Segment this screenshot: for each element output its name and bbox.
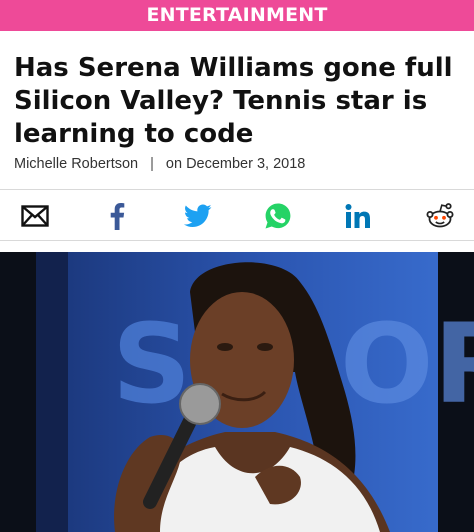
- whatsapp-icon: [265, 203, 291, 229]
- background-letter-left: S: [112, 300, 191, 428]
- category-banner[interactable]: ENTERTAINMENT: [0, 0, 474, 31]
- byline-separator: |: [150, 156, 154, 172]
- facebook-icon: [110, 203, 125, 230]
- email-share-button[interactable]: [20, 201, 50, 231]
- twitter-share-button[interactable]: [183, 201, 213, 231]
- twitter-icon: [184, 204, 212, 227]
- reddit-icon: [426, 203, 454, 228]
- article-headline: Has Serena Williams gone full Silicon Va…: [14, 53, 453, 149]
- divider-bottom: [0, 240, 474, 241]
- background-letters-right: OR: [340, 300, 474, 428]
- photo-illustration: S OR: [0, 252, 474, 532]
- share-bar: [0, 190, 474, 240]
- reddit-share-button[interactable]: [425, 201, 455, 231]
- linkedin-share-button[interactable]: [343, 201, 373, 231]
- email-icon: [21, 205, 49, 227]
- facebook-share-button[interactable]: [102, 201, 132, 231]
- publish-date: on December 3, 2018: [165, 156, 306, 172]
- linkedin-icon: [345, 204, 370, 228]
- author-link[interactable]: Michelle Robertson: [14, 156, 138, 172]
- article-photo: S OR: [0, 252, 474, 532]
- byline: Michelle Robertson | on December 3, 2018: [14, 156, 305, 172]
- whatsapp-share-button[interactable]: [263, 201, 293, 231]
- photo-left-panel: [0, 252, 36, 532]
- category-label: ENTERTAINMENT: [146, 4, 328, 26]
